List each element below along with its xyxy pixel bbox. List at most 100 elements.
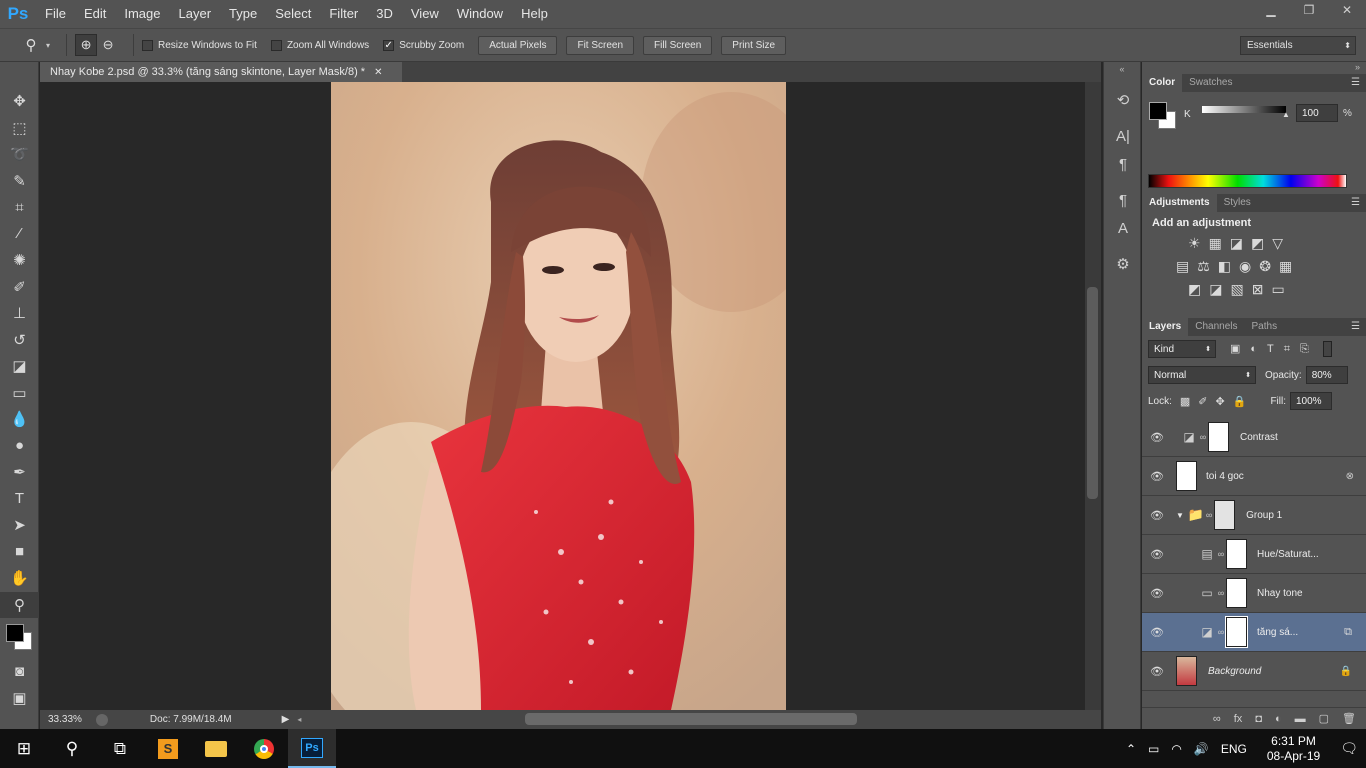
delete-layer-icon[interactable]: 🗑 — [1342, 712, 1356, 725]
status-menu-arrow-icon[interactable]: ▶ — [282, 714, 290, 725]
eraser-tool-icon[interactable]: ◪ — [0, 353, 39, 380]
brightness-contrast-icon[interactable]: ☀ — [1188, 235, 1201, 252]
mask-link-icon[interactable]: ∞ — [1198, 432, 1208, 442]
filter-toggle[interactable] — [1322, 341, 1332, 357]
color-lookup-icon[interactable]: ▦ — [1279, 258, 1292, 275]
opacity-input[interactable]: 80% — [1305, 366, 1348, 384]
lasso-tool-icon[interactable]: ➰ — [0, 141, 39, 168]
layer-mask-thumbnail[interactable] — [1226, 578, 1247, 608]
battery-icon[interactable]: ▭ — [1148, 742, 1159, 756]
layer-row-selected[interactable]: 👁 ◪ ∞ tăng sá... ⧉ — [1142, 613, 1366, 652]
wifi-icon[interactable]: ◠ — [1171, 742, 1181, 756]
mask-link-icon[interactable]: ∞ — [1216, 588, 1226, 598]
spot-healing-tool-icon[interactable]: ✺ — [0, 247, 39, 274]
canvas-area[interactable] — [40, 82, 1085, 710]
zoom-tool-icon[interactable]: ⚲ — [0, 591, 39, 618]
crop-tool-icon[interactable]: ⌗ — [0, 194, 39, 221]
zoom-out-icon[interactable]: ⊖ — [97, 34, 119, 56]
layer-mask-thumbnail[interactable] — [1208, 422, 1229, 452]
move-tool-icon[interactable]: ✥ — [0, 88, 39, 115]
hue-saturation-icon[interactable]: ▤ — [1176, 258, 1189, 275]
panel-menu-icon[interactable]: ☰ — [1351, 77, 1360, 88]
chevron-up-icon[interactable]: ⌃ — [1126, 742, 1136, 756]
new-adjustment-icon[interactable]: ◐ — [1275, 713, 1282, 725]
minimize-button[interactable]: ▁ — [1252, 0, 1290, 20]
layer-row[interactable]: 👁 ▤ ∞ Hue/Saturat... — [1142, 535, 1366, 574]
marquee-tool-icon[interactable]: ⬚ — [0, 115, 39, 142]
actual-pixels-button[interactable]: Actual Pixels — [478, 35, 558, 55]
group-mask-thumbnail[interactable] — [1214, 500, 1236, 530]
photoshop-taskbar-icon[interactable]: Ps — [288, 729, 336, 768]
photo-filter-icon[interactable]: ◉ — [1239, 258, 1251, 275]
layer-row[interactable]: 👁 ◪ ∞ Contrast — [1142, 418, 1366, 457]
vertical-scroll-thumb[interactable] — [1087, 287, 1098, 499]
layer-row[interactable]: 👁 Background 🔒 — [1142, 652, 1366, 691]
scroll-left-icon[interactable]: ◂ — [297, 715, 301, 724]
brush-tool-icon[interactable]: ✐ — [0, 274, 39, 301]
clipping-icon[interactable]: ⧉ — [1344, 626, 1352, 639]
status-info-icon[interactable] — [95, 713, 108, 726]
slider-handle-icon[interactable]: ▲ — [1282, 110, 1290, 119]
menu-edit[interactable]: Edit — [75, 0, 115, 28]
k-value-input[interactable]: 100 — [1296, 104, 1338, 122]
filter-type-icons[interactable]: ▣◐T⌗⎘ — [1230, 342, 1319, 356]
menu-file[interactable]: File — [36, 0, 75, 28]
fx-icon[interactable]: fx — [1234, 713, 1243, 725]
mask-link-icon[interactable]: ∞ — [1216, 627, 1226, 637]
quick-mask-icon[interactable]: ◙ — [0, 658, 39, 685]
menu-3d[interactable]: 3D — [367, 0, 402, 28]
color-balance-icon[interactable]: ⚖ — [1197, 258, 1210, 275]
layer-mask-thumbnail[interactable] — [1226, 539, 1247, 569]
k-slider[interactable] — [1202, 106, 1286, 113]
scrubby-zoom-checkbox[interactable]: ✓ Scrubby Zoom — [383, 39, 464, 51]
hand-tool-icon[interactable]: ✋ — [0, 565, 39, 592]
resize-windows-checkbox[interactable]: Resize Windows to Fit — [142, 39, 257, 51]
link-layers-icon[interactable]: ∞ — [1213, 713, 1221, 725]
zoom-in-icon[interactable]: ⊕ — [75, 34, 98, 56]
lock-options-icons[interactable]: ▩✐✥🔒 — [1180, 395, 1255, 408]
menu-view[interactable]: View — [402, 0, 448, 28]
zoom-all-windows-checkbox[interactable]: Zoom All Windows — [270, 39, 369, 51]
fg-color-chip[interactable] — [1149, 102, 1167, 120]
layer-row[interactable]: 👁 ▭ ∞ Nhay tone — [1142, 574, 1366, 613]
expand-group-icon[interactable]: ▼ — [1176, 511, 1184, 520]
type-tool-icon[interactable]: T — [0, 486, 39, 513]
channel-mixer-icon[interactable]: ❂ — [1259, 258, 1271, 275]
gradient-tool-icon[interactable]: ▭ — [0, 380, 39, 407]
levels-icon[interactable]: ▦ — [1209, 235, 1222, 252]
tool-presets-icon[interactable]: ⚙ — [1104, 250, 1142, 278]
restore-button[interactable]: ❐ — [1290, 0, 1328, 20]
menu-window[interactable]: Window — [448, 0, 512, 28]
filter-kind-select[interactable]: Kind ⬍ — [1148, 340, 1216, 358]
zoom-tool-preset-icon[interactable]: ⚲ — [16, 36, 46, 54]
gradient-map-icon[interactable]: ▭ — [1271, 281, 1284, 298]
visibility-eye-icon[interactable]: 👁 — [1142, 431, 1172, 444]
new-layer-icon[interactable]: ▢ — [1319, 712, 1329, 725]
color-swatches[interactable] — [0, 618, 38, 658]
collapse-dock-icon[interactable]: « — [1104, 62, 1140, 86]
chrome-icon[interactable] — [240, 729, 288, 768]
chevron-down-icon[interactable]: ▾ — [46, 41, 50, 50]
volume-icon[interactable]: 🔊 — [1194, 742, 1209, 756]
curves-icon[interactable]: ◪ — [1230, 235, 1243, 252]
fill-input[interactable]: 100% — [1290, 392, 1332, 410]
visibility-eye-icon[interactable]: 👁 — [1142, 665, 1172, 678]
tab-styles[interactable]: Styles — [1217, 194, 1258, 212]
blend-mode-select[interactable]: Normal ⬍ — [1148, 366, 1256, 384]
smart-filter-icon[interactable]: ⊗ — [1346, 471, 1354, 482]
black-white-icon[interactable]: ◧ — [1218, 258, 1231, 275]
panel-menu-icon[interactable]: ☰ — [1351, 197, 1360, 208]
add-mask-icon[interactable]: ◘ — [1255, 713, 1262, 725]
panel-menu-icon[interactable]: ☰ — [1351, 321, 1360, 332]
foreground-color-swatch[interactable] — [6, 624, 24, 642]
visibility-eye-icon[interactable]: 👁 — [1142, 470, 1172, 483]
menu-help[interactable]: Help — [512, 0, 557, 28]
tab-color[interactable]: Color — [1142, 74, 1183, 92]
tab-swatches[interactable]: Swatches — [1182, 74, 1239, 92]
paragraph-styles-icon[interactable]: ¶ — [1104, 186, 1142, 214]
layer-row[interactable]: 👁 toi 4 goc ⊗ — [1142, 457, 1366, 496]
dodge-tool-icon[interactable]: ● — [0, 433, 39, 460]
selective-color-icon[interactable]: ⊠ — [1252, 281, 1264, 298]
quick-selection-tool-icon[interactable]: ✎ — [0, 168, 39, 195]
sublime-text-icon[interactable]: S — [144, 729, 192, 768]
